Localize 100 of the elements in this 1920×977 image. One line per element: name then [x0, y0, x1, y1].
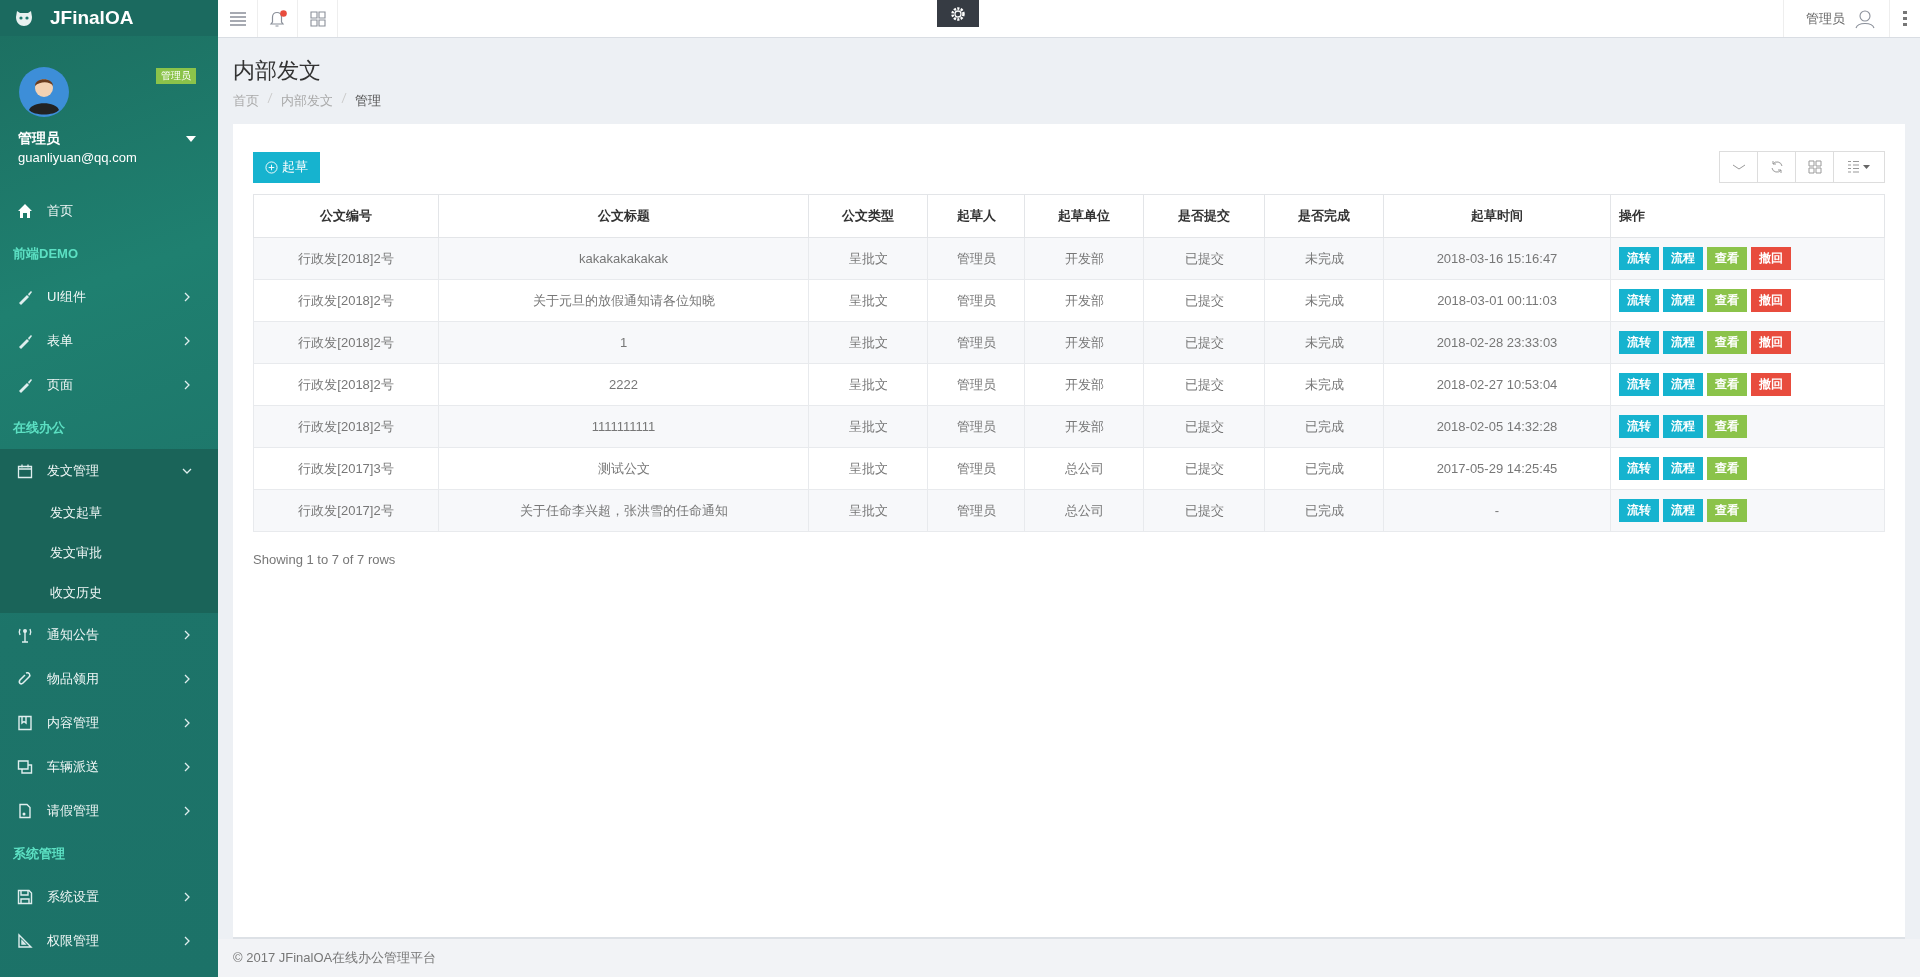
action-button[interactable]: 流转 [1619, 247, 1659, 270]
breadcrumb-link[interactable]: 内部发文 [281, 92, 333, 110]
table-cell: 1111111111 [438, 405, 809, 448]
table-cell: 1 [438, 321, 809, 364]
calendar-icon [17, 463, 33, 479]
nav-item[interactable]: 物品领用 [0, 657, 218, 701]
list-caret-icon [1847, 160, 1871, 174]
column-header: 操作 [1610, 194, 1885, 238]
action-button[interactable]: 流程 [1663, 247, 1703, 270]
breadcrumb-link[interactable]: 首页 [233, 92, 259, 110]
action-button[interactable]: 流程 [1663, 415, 1703, 438]
table-cell: 呈批文 [808, 489, 928, 532]
nav-item[interactable]: 表单 [0, 319, 218, 363]
nav-item[interactable]: 系统设置 [0, 875, 218, 919]
column-header: 公文标题 [438, 194, 809, 238]
table-cell: 已提交 [1143, 237, 1265, 280]
table-cell: 行政发[2018]2号 [253, 279, 439, 322]
table-cell: 已提交 [1143, 489, 1265, 532]
action-button[interactable]: 查看 [1707, 373, 1747, 396]
table-cell: 行政发[2018]2号 [253, 363, 439, 406]
action-button[interactable]: 流程 [1663, 331, 1703, 354]
table-cell: 已完成 [1264, 489, 1384, 532]
user-email: guanliyuan@qq.com [18, 150, 138, 165]
table-cell: 行政发[2017]3号 [253, 447, 439, 490]
table-cell: 已完成 [1264, 447, 1384, 490]
action-button[interactable]: 流程 [1663, 457, 1703, 480]
file-icon [17, 803, 33, 819]
footer-text: © 2017 JFinalOA在线办公管理平台 [218, 939, 1920, 977]
nav-item[interactable]: UI组件 [0, 275, 218, 319]
nav-subitem[interactable]: 收文历史 [0, 573, 218, 613]
role-badge: 管理员 [156, 68, 196, 84]
action-button[interactable]: 撤回 [1751, 247, 1791, 270]
table-cell: 测试公文 [438, 447, 809, 490]
action-button[interactable]: 查看 [1707, 457, 1747, 480]
chevron-right-icon [182, 936, 192, 946]
caret-icon[interactable] [186, 136, 196, 142]
table-cell: 管理员 [927, 363, 1025, 406]
table-cell: 管理员 [927, 489, 1025, 532]
column-header: 公文类型 [808, 194, 928, 238]
action-button[interactable]: 流转 [1619, 415, 1659, 438]
nav-item[interactable]: 首页 [0, 189, 218, 233]
table-cell: 总公司 [1024, 447, 1144, 490]
table-cell: 开发部 [1024, 321, 1144, 364]
nav-item[interactable]: 通知公告 [0, 613, 218, 657]
action-button[interactable]: 流程 [1663, 289, 1703, 312]
pagination-summary: Showing 1 to 7 of 7 rows [253, 552, 397, 567]
nav-item[interactable]: 内容管理 [0, 701, 218, 745]
table-cell: 2018-03-16 15:16:47 [1383, 237, 1611, 280]
plus-circle-icon [265, 160, 278, 174]
nav-item[interactable]: 请假管理 [0, 789, 218, 833]
settings-button[interactable] [937, 0, 979, 27]
table-cell: 开发部 [1024, 237, 1144, 280]
action-button[interactable]: 撤回 [1751, 331, 1791, 354]
logo-icon [14, 9, 34, 27]
table-cell: 已提交 [1143, 279, 1265, 322]
chevron-down-icon [182, 466, 192, 476]
table-cell: 管理员 [927, 447, 1025, 490]
brand-name: JFinalOA [50, 7, 134, 29]
create-button[interactable]: 起草 [253, 151, 320, 183]
table-cell: 管理员 [927, 279, 1025, 322]
table-cell: 管理员 [927, 237, 1025, 280]
action-button[interactable]: 查看 [1707, 331, 1747, 354]
action-button[interactable]: 查看 [1707, 289, 1747, 312]
table-cell: 行政发[2018]2号 [253, 405, 439, 448]
action-button[interactable]: 查看 [1707, 499, 1747, 522]
action-button[interactable]: 撤回 [1751, 373, 1791, 396]
action-button[interactable]: 流程 [1663, 373, 1703, 396]
nav-item[interactable]: 页面 [0, 363, 218, 407]
table-cell: 2018-03-01 00:11:03 [1383, 279, 1611, 322]
action-button[interactable]: 流转 [1619, 499, 1659, 522]
action-button[interactable]: 查看 [1707, 415, 1747, 438]
gear-icon [950, 5, 966, 22]
table-cell: 已完成 [1264, 405, 1384, 448]
chevron-right-icon [182, 380, 192, 390]
table-cell: 呈批文 [808, 321, 928, 364]
column-header: 起草时间 [1383, 194, 1611, 238]
nav-item[interactable]: 发文管理 [0, 449, 218, 493]
action-button[interactable]: 流转 [1619, 457, 1659, 480]
chevron-right-icon [182, 718, 192, 728]
column-header: 是否提交 [1143, 194, 1265, 238]
action-button[interactable]: 流转 [1619, 331, 1659, 354]
nav-section-label: 系统管理 [12, 845, 66, 863]
action-button[interactable]: 流转 [1619, 289, 1659, 312]
antenna-icon [17, 627, 33, 643]
table-cell: 开发部 [1024, 279, 1144, 322]
table-cell: 未完成 [1264, 279, 1384, 322]
book-icon [17, 715, 33, 731]
action-button[interactable]: 查看 [1707, 247, 1747, 270]
action-button[interactable]: 流转 [1619, 373, 1659, 396]
action-button[interactable]: 流程 [1663, 499, 1703, 522]
action-button[interactable]: 撤回 [1751, 289, 1791, 312]
screens-icon [17, 759, 33, 775]
breadcrumb-separator-icon [267, 92, 273, 104]
table-cell: 呈批文 [808, 447, 928, 490]
brush-icon [17, 377, 33, 393]
nav-item[interactable]: 车辆派送 [0, 745, 218, 789]
nav-subitem[interactable]: 发文审批 [0, 533, 218, 573]
nav-item[interactable]: 权限管理 [0, 919, 218, 963]
table-cell: 2018-02-28 23:33:03 [1383, 321, 1611, 364]
nav-subitem[interactable]: 发文起草 [0, 493, 218, 533]
